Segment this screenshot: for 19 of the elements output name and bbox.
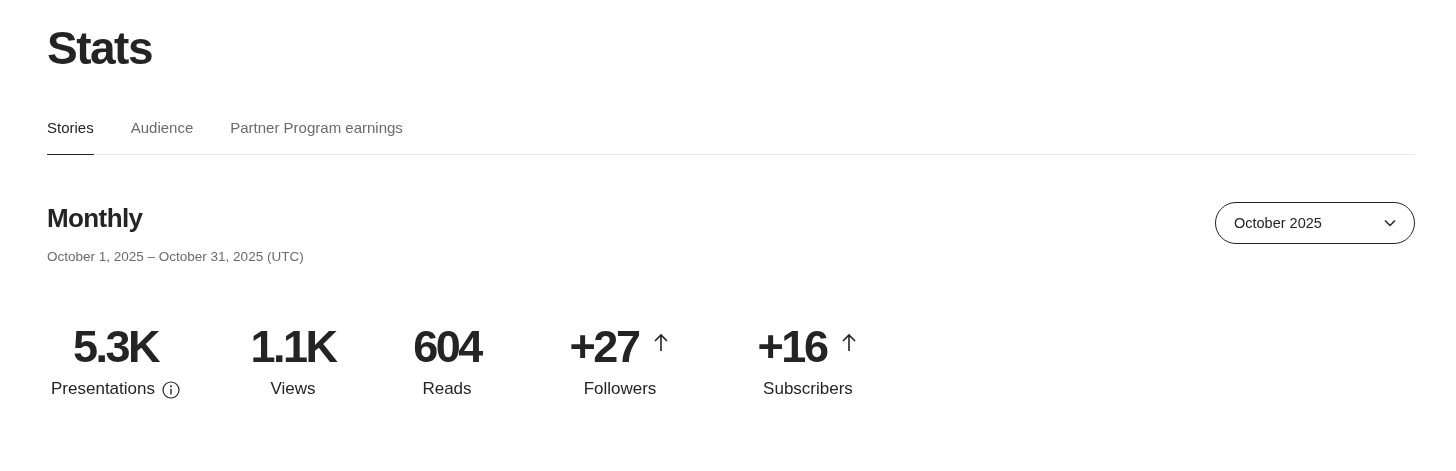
stat-value: 604 [413,320,481,374]
date-range: October 1, 2025 – October 31, 2025 (UTC) [47,249,304,264]
stat-value: 1.1K [250,320,336,374]
stat-label: Followers [583,378,657,400]
stat-value: +16 [757,320,827,374]
stat-value: 5.3K [72,320,159,374]
stat-label: Reads [422,378,472,400]
period-dropdown[interactable]: October 2025 [1215,202,1415,244]
page-title: Stats [47,21,153,76]
chevron-down-icon [1384,219,1396,227]
tab[interactable]: Audience [130,119,194,155]
stat-label: Presentations [51,378,155,400]
stat-label: Subscribers [763,378,853,400]
info-icon[interactable] [161,381,180,399]
section-heading: Monthly [47,202,144,235]
tab[interactable]: Partner Program earnings [230,119,403,155]
stat-label: Views [270,378,316,400]
stat-value: +27 [569,320,639,374]
tab[interactable]: Stories [47,119,94,155]
